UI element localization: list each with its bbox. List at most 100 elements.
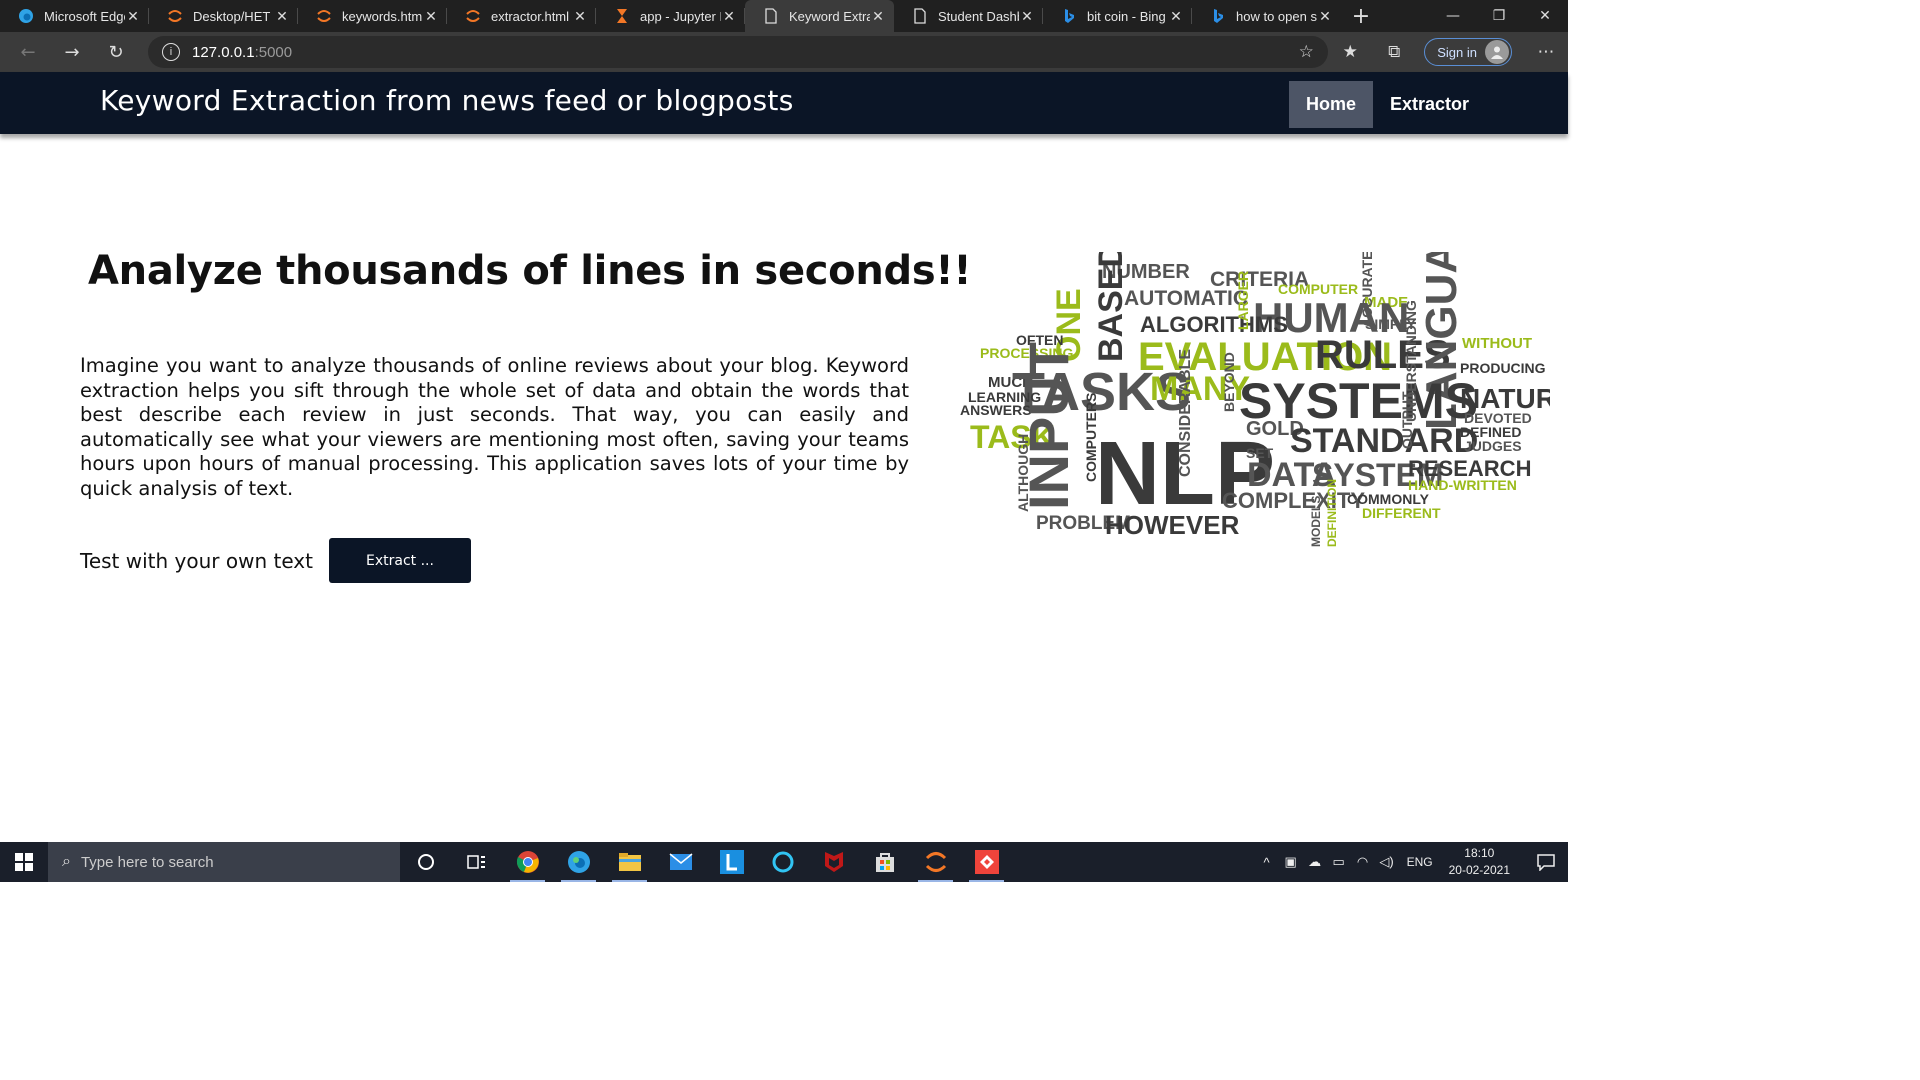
forward-arrow-icon[interactable]: → [50,32,94,72]
url-field[interactable]: i 127.0.0.1:5000 [148,36,1328,68]
cloud-word: HOWEVER [1105,510,1240,540]
url-port: :5000 [254,43,293,61]
browser-tab-active[interactable]: Keyword Extrac ✕ [745,0,894,32]
cloud-word: LARGER [1235,271,1251,330]
cortana-icon[interactable] [400,842,451,882]
add-favorite-icon[interactable]: ☆ [1284,32,1328,72]
cloud-word: ACCURATE [1359,252,1375,328]
hero-heading: Analyze thousands of lines in seconds!! [88,248,972,294]
jupyter-icon [316,8,332,24]
search-icon: ⌕ [62,853,71,870]
cloud-word: MODELS [1309,496,1323,547]
taskbar-search-box[interactable]: ⌕ Type here to search [48,842,400,882]
more-options-icon[interactable]: ⋯ [1524,32,1568,72]
close-icon[interactable]: ✕ [274,8,290,25]
close-icon[interactable]: ✕ [1168,8,1184,25]
clock[interactable]: 18:10 20-02-2021 [1449,845,1510,879]
wifi-icon[interactable]: ◠ [1351,854,1375,870]
task-view-icon[interactable] [451,842,502,882]
cloud-word: WITHOUT [1462,335,1532,352]
browser-tab[interactable]: how to open s ✕ [1192,0,1341,32]
site-title: Keyword Extraction from news feed or blo… [100,84,794,117]
mail-icon[interactable] [655,842,706,882]
browser-tab[interactable]: Student Dashb ✕ [894,0,1043,32]
tab-label: Microsoft Edge [44,8,125,24]
minimize-icon[interactable]: — [1430,0,1476,32]
site-nav: Home Extractor [1288,81,1486,128]
notifications-icon[interactable] [1524,842,1568,882]
close-icon[interactable]: ✕ [721,8,737,25]
address-bar: ← → ↻ i 127.0.0.1:5000 ☆ ★ ⧉ Sign in ⋯ [0,32,1568,72]
cloud-word: ALGORITHMS [1140,312,1288,337]
cloud-word: UNDERSTANDING [1403,300,1419,422]
new-tab-icon[interactable]: + [1341,4,1381,29]
sign-in-label: Sign in [1437,44,1477,60]
nlp-word-cloud: NUMBER CRITERIAAUTOMATIC COMPUTERMADEHUMAN… [960,252,1550,547]
cloud-word: AUTOMATIC [1124,287,1248,310]
chrome-icon[interactable] [502,842,553,882]
test-label: Test with your own text [80,548,313,573]
page-icon [912,8,928,24]
toolbar-right: ☆ ★ ⧉ Sign in ⋯ [1284,32,1568,72]
browser-tab[interactable]: Microsoft Edge ✕ [0,0,149,32]
favorites-icon[interactable]: ★ [1328,32,1372,72]
close-icon[interactable]: ✕ [423,8,439,25]
tab-label: Desktop/HET P [193,8,274,24]
browser-tab-strip: Microsoft Edge ✕ Desktop/HET P ✕ keyword… [0,0,1568,32]
cloud-word: JUDGES [1464,438,1522,454]
battery-icon[interactable]: ▭ [1327,854,1351,870]
close-icon[interactable]: ✕ [1317,8,1333,25]
clock-date: 20-02-2021 [1448,863,1510,877]
bing-icon [1210,8,1226,24]
edge-taskbar-icon[interactable] [553,842,604,882]
restore-icon[interactable]: ❐ [1476,0,1522,32]
language-indicator[interactable]: ENG [1407,855,1433,869]
file-explorer-icon[interactable] [604,842,655,882]
anydesk-icon[interactable] [961,842,1012,882]
taskbar: ⌕ Type here to search ^ ▣ ☁ ▭ ◠ ◁) ENG 1… [0,842,1568,882]
tab-label: keywords.html [342,8,423,24]
url-host: 127.0.0.1 [192,43,255,61]
jupyter-icon [167,8,183,24]
extract-button[interactable]: Extract ... [328,538,471,583]
collections-icon[interactable]: ⧉ [1372,32,1416,72]
device-icon[interactable]: ▣ [1279,854,1303,870]
volume-icon[interactable]: ◁) [1375,854,1399,870]
back-arrow-icon[interactable]: ← [6,32,50,72]
cloud-word: SET [1246,445,1274,461]
site-header: Keyword Extraction from news feed or blo… [0,72,1568,134]
mcafee-icon[interactable] [808,842,859,882]
close-icon[interactable]: ✕ [572,8,588,25]
tab-label: Keyword Extrac [789,8,870,24]
info-icon[interactable]: i [162,43,180,61]
browser-tab[interactable]: bit coin - Bing ✕ [1043,0,1192,32]
chevron-up-icon[interactable]: ^ [1255,855,1279,870]
close-icon[interactable]: ✕ [870,8,886,25]
nav-extractor-link[interactable]: Extractor [1373,81,1486,128]
browser-tab[interactable]: Desktop/HET P ✕ [149,0,298,32]
close-icon[interactable]: ✕ [1019,8,1035,25]
close-icon[interactable]: ✕ [125,8,141,25]
window-controls: — ❐ ✕ [1430,0,1568,32]
browser-tab[interactable]: keywords.html ✕ [298,0,447,32]
windows-start-icon[interactable] [0,842,48,882]
jupyter-taskbar-icon[interactable] [910,842,961,882]
cloud-word: COMPLEXITY [1222,488,1365,513]
clock-time: 18:10 [1464,846,1495,860]
tab-label: Student Dashb [938,8,1019,24]
hourglass-icon [614,8,630,24]
nav-home-link[interactable]: Home [1288,81,1373,128]
refresh-icon[interactable]: ↻ [94,32,138,72]
sign-in-button[interactable]: Sign in [1424,38,1512,66]
bing-icon [1061,8,1077,24]
alexa-icon[interactable] [757,842,808,882]
onedrive-icon[interactable]: ☁ [1303,854,1327,870]
close-window-icon[interactable]: ✕ [1522,0,1568,32]
browser-tab[interactable]: extractor.html ✕ [447,0,596,32]
cloud-word: ALTHOUGH [1015,434,1031,512]
l-app-icon[interactable] [706,842,757,882]
store-icon[interactable] [859,842,910,882]
cloud-word: CONSIDERABLE [1177,349,1194,477]
cloud-word: COMPUTERS [1083,393,1099,482]
browser-tab[interactable]: app - Jupyter N ✕ [596,0,745,32]
